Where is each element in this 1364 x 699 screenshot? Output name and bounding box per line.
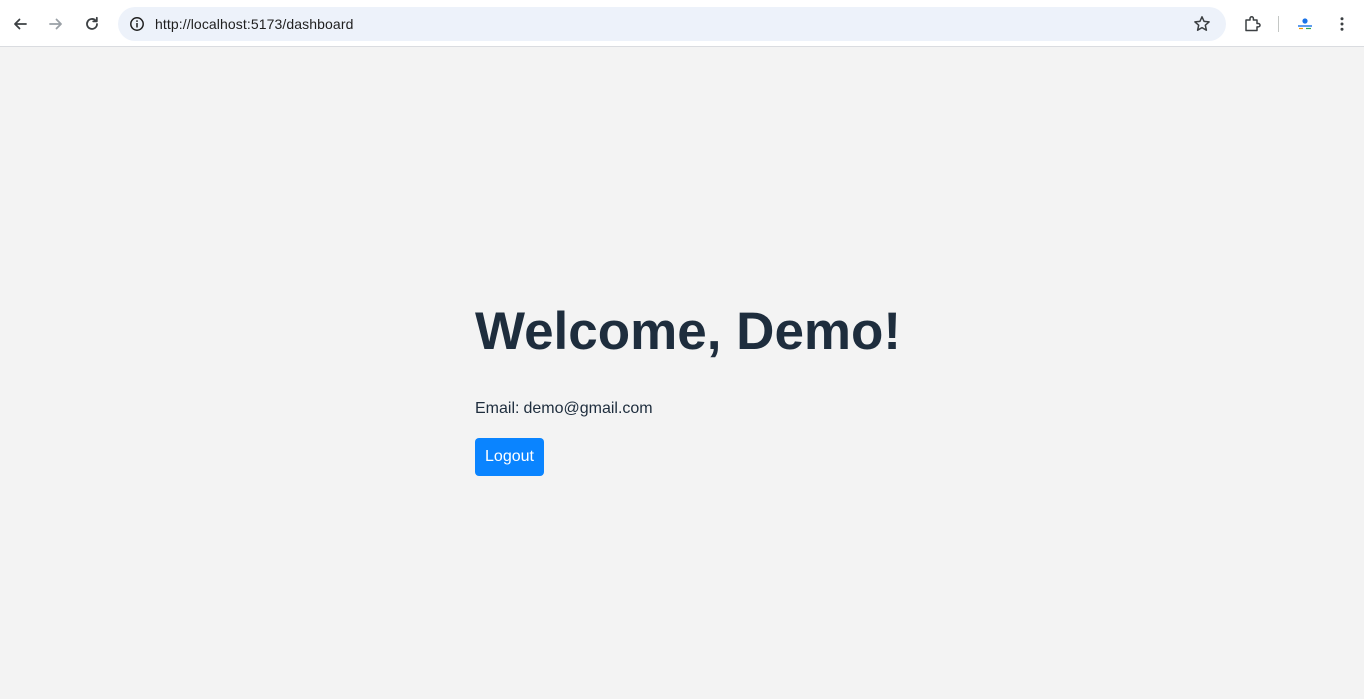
profile-avatar[interactable] — [1293, 8, 1317, 40]
site-info-icon — [130, 17, 144, 31]
bookmark-button[interactable] — [1192, 14, 1212, 34]
forward-button[interactable] — [44, 8, 68, 40]
back-button[interactable] — [8, 8, 32, 40]
forward-icon — [49, 18, 62, 30]
welcome-heading: Welcome, Demo! — [475, 302, 902, 361]
url-text[interactable]: http://localhost:5173/dashboard — [155, 16, 353, 32]
toolbar-separator — [1278, 16, 1279, 32]
reload-button[interactable] — [80, 8, 104, 40]
back-icon — [14, 18, 27, 30]
profile-avatar-icon — [1295, 14, 1315, 34]
reload-icon — [86, 16, 98, 30]
browser-toolbar: http://localhost:5173/dashboard — [0, 0, 1364, 47]
address-bar[interactable]: http://localhost:5173/dashboard — [118, 7, 1226, 41]
email-value: demo@gmail.com — [523, 400, 653, 417]
site-info-button[interactable] — [126, 13, 148, 35]
bookmark-star-icon — [1194, 16, 1210, 31]
dashboard-content: Welcome, Demo! Email: demo@gmail.com Logo… — [475, 296, 901, 476]
logout-button[interactable]: Logout — [475, 438, 544, 476]
email-line: Email: demo@gmail.com — [475, 397, 901, 421]
browser-menu-button[interactable] — [1330, 8, 1354, 40]
email-label: Email: — [475, 400, 520, 417]
extensions-button[interactable] — [1240, 8, 1264, 40]
menu-icon — [1340, 17, 1344, 31]
extensions-icon — [1245, 16, 1261, 32]
